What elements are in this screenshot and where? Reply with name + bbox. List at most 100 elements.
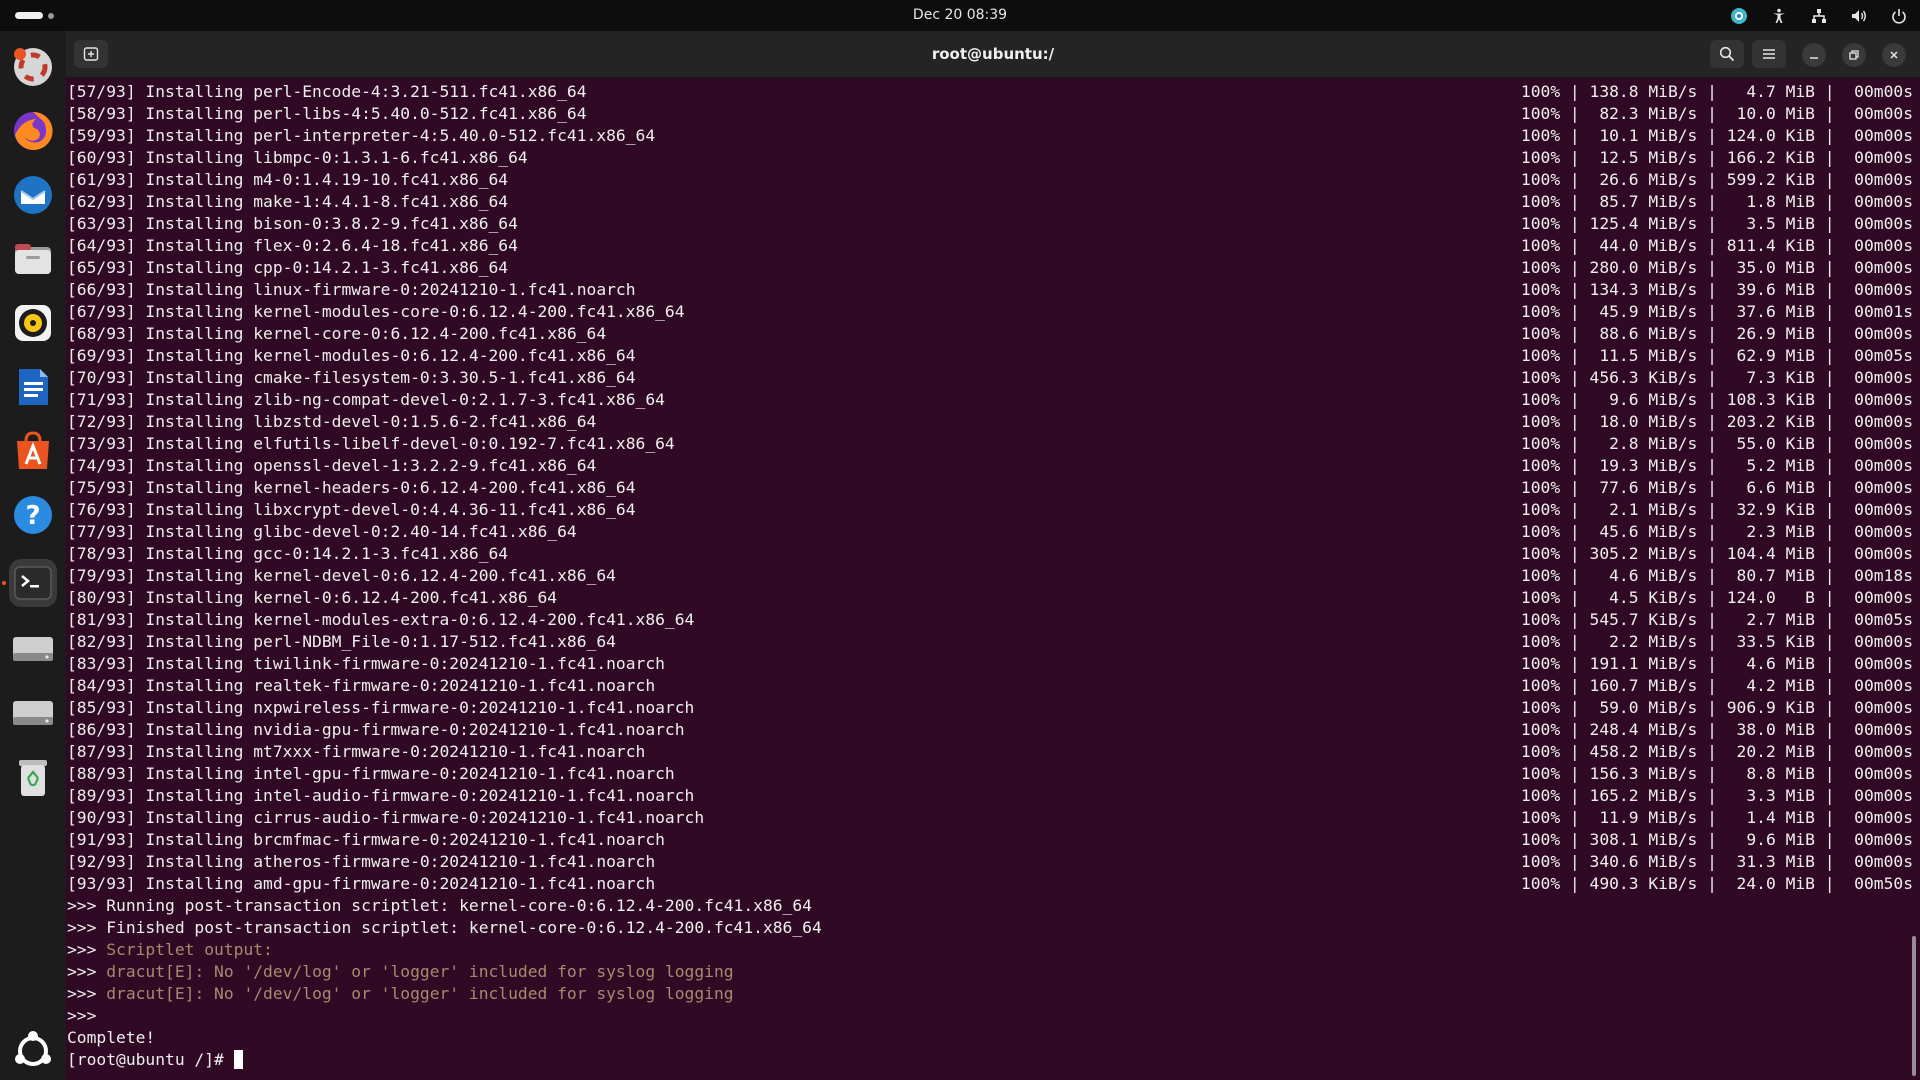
terminal-line: [70/93] Installing cmake-filesystem-0:3.… — [67, 367, 636, 389]
terminal-line: [66/93] Installing linux-firmware-0:2024… — [67, 279, 636, 301]
app-center-icon[interactable] — [9, 427, 57, 475]
terminal-line: Complete! — [67, 1027, 155, 1049]
line-text: [83/93] Installing tiwilink-firmware-0:2… — [67, 654, 665, 673]
progress-stats: 100% | 88.6 MiB/s | 26.9 MiB | 00m00s — [1520, 324, 1913, 343]
progress-stats: 100% | 458.2 MiB/s | 20.2 MiB | 00m00s — [1520, 742, 1913, 761]
progress-stats: 100% | 2.1 MiB/s | 32.9 KiB | 00m00s — [1520, 500, 1913, 519]
progress-stats: 100% | 248.4 MiB/s | 38.0 MiB | 00m00s — [1520, 720, 1913, 739]
terminal-line: [60/93] Installing libmpc-0:1.3.1-6.fc41… — [67, 147, 528, 169]
progress-stats: 100% | 18.0 MiB/s | 203.2 KiB | 00m00s — [1520, 412, 1913, 431]
svg-text:?: ? — [25, 501, 40, 531]
terminal-line: [86/93] Installing nvidia-gpu-firmware-0… — [67, 719, 685, 741]
volume-icon[interactable] — [1850, 7, 1868, 25]
line-text: >>> — [67, 1006, 97, 1025]
show-apps-icon[interactable] — [9, 1027, 57, 1075]
accessibility-icon[interactable] — [1770, 7, 1788, 25]
terminal-window: root@ubuntu:/ [57/93] Installing perl-En… — [66, 31, 1920, 1080]
line-text: [78/93] Installing gcc-0:14.2.1-3.fc41.x… — [67, 544, 509, 563]
progress-stats: 100% | 59.0 MiB/s | 906.9 KiB | 00m00s — [1520, 698, 1913, 717]
search-button[interactable] — [1710, 40, 1744, 68]
terminal-line: [64/93] Installing flex-0:2.6.4-18.fc41.… — [67, 235, 518, 257]
terminal-output[interactable]: [57/93] Installing perl-Encode-4:3.21-51… — [66, 78, 1916, 1080]
system-tray[interactable] — [1730, 0, 1908, 31]
copilot-icon[interactable] — [1730, 7, 1748, 25]
progress-stats: 100% | 2.2 MiB/s | 33.5 KiB | 00m00s — [1520, 632, 1913, 651]
progress-stats: 100% | 11.9 MiB/s | 1.4 MiB | 00m00s — [1520, 808, 1913, 827]
libreoffice-writer-icon[interactable] — [9, 363, 57, 411]
terminal-line: [58/93] Installing perl-libs-4:5.40.0-51… — [67, 103, 587, 125]
close-button[interactable] — [1882, 43, 1906, 67]
scriptlet-output-text: dracut[E]: No '/dev/log' or 'logger' inc… — [106, 984, 734, 1003]
terminal-line: [69/93] Installing kernel-modules-0:6.12… — [67, 345, 636, 367]
network-icon[interactable] — [1810, 7, 1828, 25]
terminal-line: [90/93] Installing cirrus-audio-firmware… — [67, 807, 704, 829]
firefox-icon[interactable] — [9, 107, 57, 155]
line-text: [68/93] Installing kernel-core-0:6.12.4-… — [67, 324, 607, 343]
progress-stats: 100% | 160.7 MiB/s | 4.2 MiB | 00m00s — [1520, 676, 1913, 695]
terminal-line: [68/93] Installing kernel-core-0:6.12.4-… — [67, 323, 606, 345]
thunderbird-icon[interactable] — [9, 171, 57, 219]
window-title: root@ubuntu:/ — [931, 45, 1055, 63]
terminal-line: [91/93] Installing brcmfmac-firmware-0:2… — [67, 829, 665, 851]
minimize-button[interactable] — [1802, 43, 1826, 67]
line-text: [63/93] Installing bison-0:3.8.2-9.fc41.… — [67, 214, 518, 233]
line-text: [79/93] Installing kernel-devel-0:6.12.4… — [67, 566, 616, 585]
scriptlet-output-text: dracut[E]: No '/dev/log' or 'logger' inc… — [106, 962, 734, 981]
progress-stats: 100% | 308.1 MiB/s | 9.6 MiB | 00m00s — [1520, 830, 1913, 849]
line-text: [81/93] Installing kernel-modules-extra-… — [67, 610, 695, 629]
line-text: [73/93] Installing elfutils-libelf-devel… — [67, 434, 675, 453]
terminal-line: [75/93] Installing kernel-headers-0:6.12… — [67, 477, 636, 499]
new-tab-button[interactable] — [74, 40, 108, 68]
progress-stats: 100% | 9.6 MiB/s | 108.3 KiB | 00m00s — [1520, 390, 1913, 409]
terminal-line: [92/93] Installing atheros-firmware-0:20… — [67, 851, 655, 873]
terminal-line: [88/93] Installing intel-gpu-firmware-0:… — [67, 763, 675, 785]
trash-icon[interactable] — [9, 753, 57, 801]
rhythmbox-icon[interactable] — [9, 299, 57, 347]
help-app-icon[interactable] — [9, 43, 57, 91]
progress-stats: 100% | 10.1 MiB/s | 124.0 KiB | 00m00s — [1520, 126, 1913, 145]
line-text: [60/93] Installing libmpc-0:1.3.1-6.fc41… — [67, 148, 528, 167]
line-text: [84/93] Installing realtek-firmware-0:20… — [67, 676, 656, 695]
drive-icon[interactable] — [9, 625, 57, 673]
help-icon[interactable]: ? — [9, 491, 57, 539]
drive-icon[interactable] — [9, 689, 57, 737]
line-text: Complete! — [67, 1028, 156, 1047]
terminal-line: [65/93] Installing cpp-0:14.2.1-3.fc41.x… — [67, 257, 508, 279]
menu-button[interactable] — [1752, 40, 1786, 68]
power-icon[interactable] — [1890, 7, 1908, 25]
text-cursor — [233, 1050, 243, 1069]
terminal-line: [74/93] Installing openssl-devel-1:3.2.2… — [67, 455, 596, 477]
terminal-line: [59/93] Installing perl-interpreter-4:5.… — [67, 125, 655, 147]
progress-stats: 100% | 545.7 KiB/s | 2.7 MiB | 00m05s — [1520, 610, 1913, 629]
scriptlet-output-text: Scriptlet output: — [106, 940, 273, 959]
terminal-icon[interactable] — [9, 559, 57, 607]
files-icon[interactable] — [9, 235, 57, 283]
line-text: >>> — [67, 984, 107, 1003]
progress-stats: 100% | 82.3 MiB/s | 10.0 MiB | 00m00s — [1520, 104, 1913, 123]
line-text: [76/93] Installing libxcrypt-devel-0:4.4… — [67, 500, 636, 519]
line-text: [64/93] Installing flex-0:2.6.4-18.fc41.… — [67, 236, 518, 255]
line-text: >>> Running post-transaction scriptlet: … — [67, 896, 812, 915]
scrollbar[interactable] — [1912, 936, 1916, 1076]
line-text: [77/93] Installing glibc-devel-0:2.40-14… — [67, 522, 577, 541]
progress-stats: 100% | 77.6 MiB/s | 6.6 MiB | 00m00s — [1520, 478, 1913, 497]
line-text: [66/93] Installing linux-firmware-0:2024… — [67, 280, 636, 299]
terminal-line: [87/93] Installing mt7xxx-firmware-0:202… — [67, 741, 645, 763]
shell-prompt-line[interactable]: [root@ubuntu /]# — [67, 1049, 243, 1071]
terminal-line: [67/93] Installing kernel-modules-core-0… — [67, 301, 685, 323]
terminal-line: [62/93] Installing make-1:4.4.1-8.fc41.x… — [67, 191, 508, 213]
terminal-line: >>> dracut[E]: No '/dev/log' or 'logger'… — [67, 983, 734, 1005]
clock[interactable]: Dec 20 08:39 — [0, 0, 1920, 31]
running-indicator — [2, 581, 6, 585]
terminal-line: [83/93] Installing tiwilink-firmware-0:2… — [67, 653, 665, 675]
restore-button[interactable] — [1842, 43, 1866, 67]
terminal-line: [82/93] Installing perl-NDBM_File-0:1.17… — [67, 631, 616, 653]
terminal-line: [78/93] Installing gcc-0:14.2.1-3.fc41.x… — [67, 543, 508, 565]
line-text: [86/93] Installing nvidia-gpu-firmware-0… — [67, 720, 685, 739]
progress-stats: 100% | 4.5 KiB/s | 124.0 B | 00m00s — [1520, 588, 1913, 607]
line-text: [61/93] Installing m4-0:1.4.19-10.fc41.x… — [67, 170, 509, 189]
terminal-line: >>> Finished post-transaction scriptlet:… — [67, 917, 822, 939]
progress-stats: 100% | 4.6 MiB/s | 80.7 MiB | 00m18s — [1520, 566, 1913, 585]
terminal-line: >>> dracut[E]: No '/dev/log' or 'logger'… — [67, 961, 734, 983]
progress-stats: 100% | 305.2 MiB/s | 104.4 MiB | 00m00s — [1520, 544, 1913, 563]
